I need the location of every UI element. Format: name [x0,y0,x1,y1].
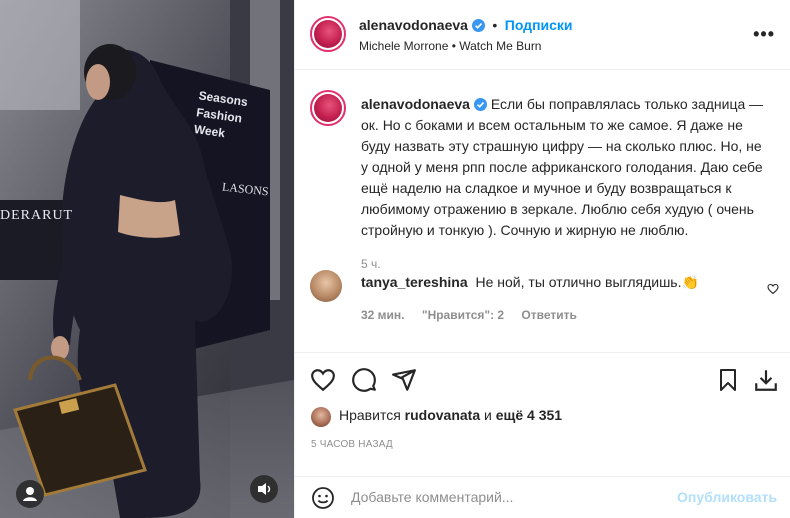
banner-text: DERARUT [0,208,74,223]
author-username[interactable]: alenavodonaeva [359,17,468,33]
likes-summary: Нравится rudovanata и ещё 4 351 [339,407,562,423]
comment-bubble-icon[interactable] [351,367,377,393]
commenter-avatar[interactable] [310,270,342,302]
heart-icon[interactable] [767,283,779,295]
action-bar: Нравится rudovanata и ещё 4 351 5 ЧАСОВ … [295,352,790,512]
following-button[interactable]: Подписки [505,17,573,33]
billboard-text: Seasons Fashion Week [193,87,269,147]
post-date[interactable]: 5 ЧАСОВ НАЗАД [311,439,393,450]
likes-prefix: Нравится [339,407,401,423]
save-bookmark-icon[interactable] [716,367,740,393]
reply-button[interactable]: Ответить [521,308,576,322]
likes-and: и [484,407,492,423]
tags-button[interactable] [16,480,44,508]
verified-badge-icon [473,98,487,111]
comment-likes[interactable]: "Нравится": 2 [422,308,504,322]
like-heart-icon[interactable] [310,367,336,393]
download-icon[interactable] [753,367,779,393]
liker-username[interactable]: rudovanata [405,407,480,423]
user-icon [23,487,37,501]
audio-track[interactable]: Michele Morrone • Watch Me Burn [359,39,541,53]
clap-emoji: 👏 [681,274,699,290]
comment: tanya_tereshina Не ной, ты отлично выгля… [361,272,741,293]
comment-input[interactable]: Добавьте комментарий... [351,489,513,505]
speaker-icon [258,483,271,495]
emoji-smile-icon[interactable] [311,486,335,510]
avatar-image [314,94,342,122]
commenter-username[interactable]: tanya_tereshina [361,274,468,290]
post-header: alenavodonaeva • Подписки Michele Morron… [295,0,790,70]
post-media[interactable]: Seasons Fashion Week LASONS DERARUT [0,0,294,518]
liker-avatar[interactable] [311,407,331,427]
caption-username[interactable]: alenavodonaeva [361,96,470,112]
likes-count[interactable]: ещё 4 351 [496,407,562,423]
comment-meta: 32 мин. "Нравится": 2 Ответить [361,308,591,322]
comment-time[interactable]: 32 мин. [361,308,405,322]
author-avatar[interactable] [310,16,346,52]
avatar-image [314,20,342,48]
video-frame [0,0,294,518]
comment-body: Не ной, ты отлично выглядишь. [475,274,682,290]
caption: alenavodonaeva Если бы поправлялась толь… [361,94,771,275]
mute-button[interactable] [250,475,278,503]
post-panel: alenavodonaeva • Подписки Michele Morron… [294,0,790,518]
add-comment-bar: Добавьте комментарий... Опубликовать [295,476,790,518]
caption-body: Если бы поправлялась только задница — ок… [361,96,764,238]
verified-badge-icon [471,19,485,32]
caption-avatar[interactable] [310,90,346,126]
header-title-row: alenavodonaeva • Подписки [359,17,573,35]
share-plane-icon[interactable] [391,367,417,393]
publish-button[interactable]: Опубликовать [677,489,777,505]
header-separator: • [492,17,498,33]
more-options-button[interactable]: ••• [753,24,775,45]
